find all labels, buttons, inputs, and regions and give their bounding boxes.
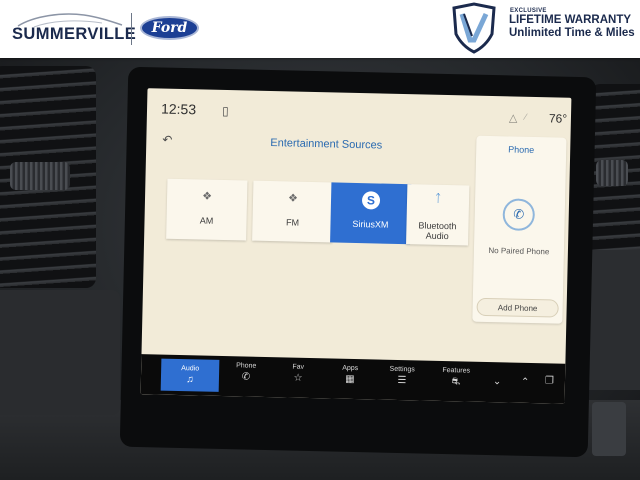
phone-panel-title: Phone [508, 144, 535, 156]
nav-label: Settings [389, 365, 415, 374]
star-icon: ☆ [293, 372, 303, 384]
nav-label: Features [442, 366, 471, 375]
brand-divider [131, 13, 132, 45]
phone-icon: ✆ [502, 198, 536, 232]
apps-grid-icon: ▦ [345, 373, 355, 386]
nav-apps[interactable]: Apps ▦ [325, 358, 376, 399]
dealer-banner: SUMMERVILLE Ford EXCLUSIVE LIFETIME WARR… [0, 0, 640, 58]
broadcast-icon: ❖ [287, 192, 299, 205]
phone-icon: ✆ [241, 371, 251, 383]
wifi-icon: △ [508, 112, 518, 125]
status-temperature: 76° [548, 111, 568, 126]
warranty-title: LIFETIME WARRANTY [509, 14, 632, 26]
dash-control-button [592, 402, 626, 456]
warranty-subtitle: Unlimited Time & Miles [509, 27, 635, 39]
source-label: FM [285, 217, 300, 228]
chevron-down-icon[interactable]: ⌄ [493, 376, 502, 387]
nav-settings[interactable]: Settings ☰ [377, 360, 428, 401]
phone-panel: Phone ✆ No Paired Phone Add Phone [472, 135, 567, 324]
siriusxm-icon: S [361, 191, 381, 210]
sliders-icon: ☰ [397, 374, 407, 387]
source-label: SiriusXM [352, 218, 389, 230]
source-tile-siriusxm[interactable]: S SiriusXM [330, 182, 412, 245]
warranty-shield-icon [452, 2, 496, 54]
nav-label: Phone [236, 362, 257, 370]
phone-status-text: No Paired Phone [488, 246, 550, 257]
right-vent-knob [596, 160, 628, 186]
nav-phone[interactable]: Phone ✆ [221, 356, 272, 397]
split-screen-icon[interactable]: ❐ [545, 375, 554, 386]
source-tile-fm[interactable]: ❖ FM [252, 180, 334, 243]
nav-label: Apps [342, 364, 359, 373]
left-dash-panel [0, 290, 120, 415]
nav-fav[interactable]: Fav ☆ [273, 357, 324, 398]
nav-features[interactable]: Features ⛐ [429, 361, 484, 402]
nav-audio[interactable]: Audio ♫ [160, 358, 220, 392]
car-icon: ⛐ [451, 376, 461, 388]
phone-projection-icon[interactable]: ▯ [222, 104, 229, 118]
broadcast-icon: ❖ [202, 190, 213, 203]
bluetooth-icon: ᛏ [434, 192, 442, 205]
dealer-name: SUMMERVILLE [12, 25, 137, 43]
source-tile-am[interactable]: ❖ AM [166, 178, 248, 241]
nav-label: Audio [181, 365, 200, 373]
ford-logo: Ford [140, 16, 199, 40]
source-label: Bluetooth Audio [418, 220, 457, 242]
infotainment-screen: 12:53 ▯ △ ∕ 76° ↶ Entertainment Sources … [140, 88, 572, 404]
music-note-icon: ♫ [186, 374, 194, 386]
page-title: Entertainment Sources [270, 137, 383, 152]
status-time: 12:53 [160, 100, 197, 118]
back-arrow-icon[interactable]: ↶ [162, 133, 172, 147]
source-label: AM [199, 215, 214, 226]
chevron-up-icon[interactable]: ⌃ [521, 377, 530, 388]
left-vent-knob [10, 162, 70, 190]
add-phone-button[interactable]: Add Phone [476, 297, 559, 318]
signal-icon: ∕ [524, 111, 527, 122]
nav-label: Fav [292, 363, 305, 371]
source-tile-bluetooth[interactable]: ᛏ Bluetooth Audio [406, 184, 470, 246]
